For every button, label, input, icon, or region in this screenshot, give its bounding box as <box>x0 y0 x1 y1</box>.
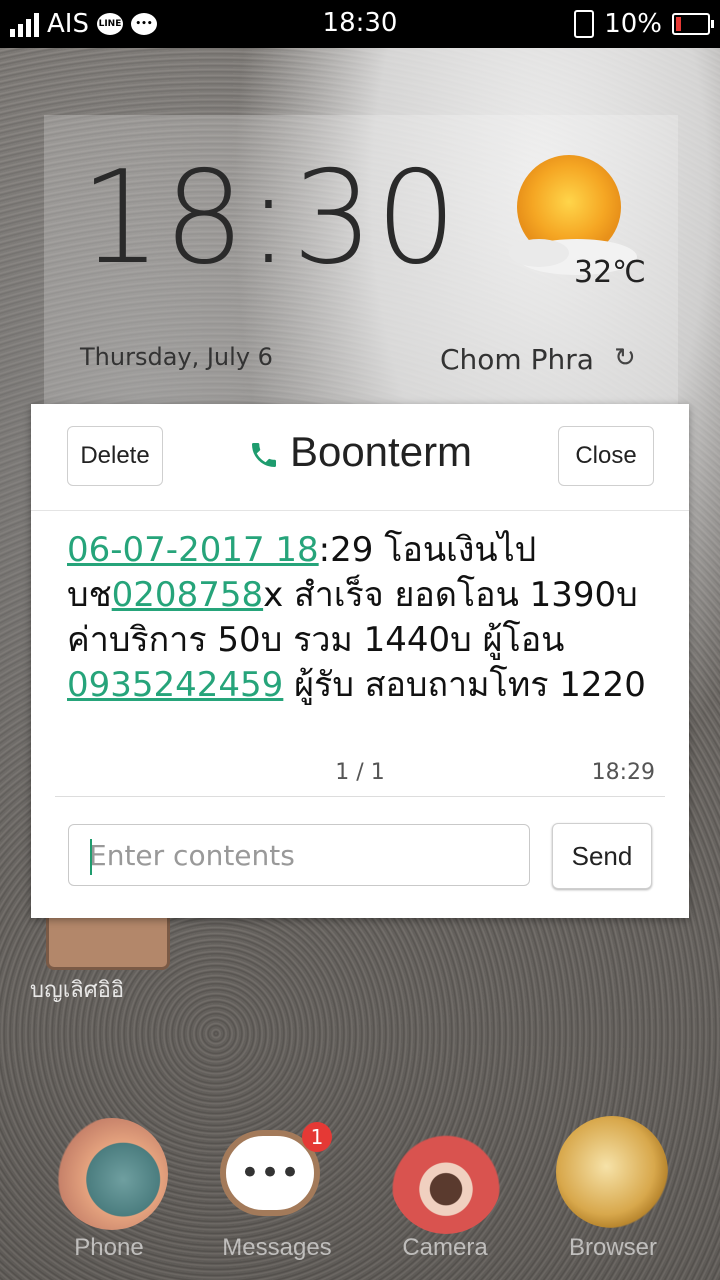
divider <box>55 796 665 797</box>
clock-time: 18:30 <box>80 144 459 293</box>
phone-link[interactable]: 0935242459 <box>67 665 283 705</box>
dock-label-camera: Camera <box>402 1234 488 1261</box>
send-button[interactable]: Send <box>552 823 652 889</box>
date-label: Thursday, July 6 <box>80 343 273 371</box>
reply-input[interactable]: Enter contents <box>68 824 530 886</box>
battery-percent: 10% <box>604 9 662 39</box>
dock-label-phone: Phone <box>74 1234 144 1261</box>
message-body: 06-07-2017 18:29 โอนเงินไป บช0208758x สำ… <box>67 528 657 742</box>
dock-label-messages: Messages <box>222 1234 332 1261</box>
contact-name: Boonterm <box>289 428 473 475</box>
battery-icon <box>672 13 714 35</box>
folder-label: บญเลิศอิอิ <box>30 978 125 1003</box>
close-button[interactable]: Close <box>558 426 654 486</box>
reply-placeholder: Enter contents <box>89 838 295 872</box>
page-count: 1 / 1 <box>335 760 385 785</box>
messages-badge: 1 <box>302 1122 332 1152</box>
temperature: 32℃ <box>574 255 646 290</box>
date-link[interactable]: 06-07-2017 18 <box>67 530 319 570</box>
message-popup-dialog: Delete Boonterm Close 06-07-2017 18:29 โ… <box>31 404 689 918</box>
message-meta: 1 / 1 18:29 <box>31 756 689 796</box>
message-text-3: ผู้รับ สอบถามโทร 1220 <box>283 665 646 705</box>
account-link[interactable]: 0208758 <box>112 575 263 615</box>
snail-phone-icon[interactable] <box>56 1118 168 1230</box>
browser-icon[interactable] <box>556 1116 668 1228</box>
phone-call-icon[interactable] <box>248 439 280 471</box>
refresh-icon[interactable]: ↻ <box>614 343 636 373</box>
camera-icon[interactable] <box>390 1122 502 1234</box>
dialog-header: Delete Boonterm Close <box>31 404 689 511</box>
message-time: 18:29 <box>591 760 655 785</box>
text-caret <box>90 839 92 875</box>
clock-widget[interactable]: 18:30 32℃ Thursday, July 6 Chom Phra ↻ <box>44 115 678 405</box>
dock-label-browser: Browser <box>568 1234 658 1261</box>
status-bar: AIS LINE ••• 18:30 10% <box>0 0 720 48</box>
location-label: Chom Phra <box>440 343 594 376</box>
vibrate-icon <box>574 10 595 38</box>
